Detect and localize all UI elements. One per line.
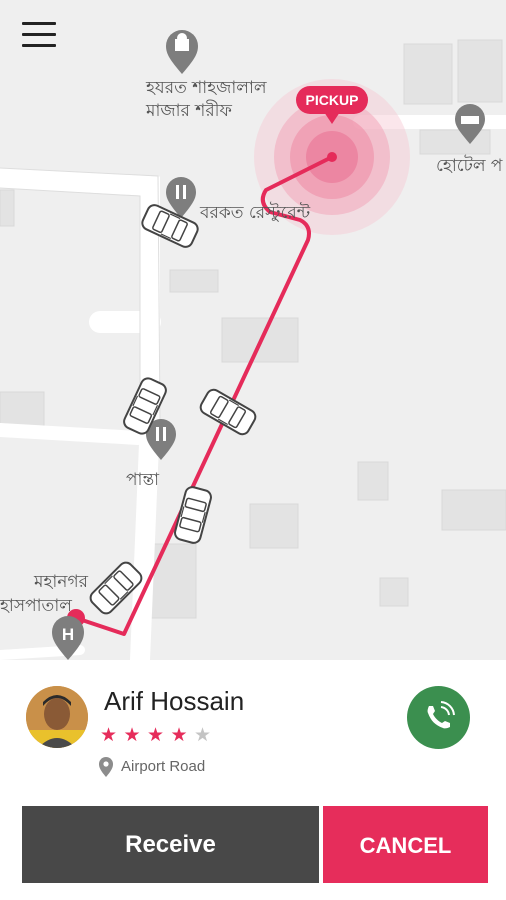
map-road-edge xyxy=(0,187,141,420)
route-line xyxy=(75,155,333,636)
menu-icon-line xyxy=(22,44,56,47)
map-building xyxy=(379,577,409,607)
map-building xyxy=(441,489,506,531)
phone-icon xyxy=(427,701,455,729)
star-icon: ★ xyxy=(147,725,165,746)
star-icon: ★ xyxy=(100,725,118,746)
car-icon xyxy=(174,486,212,544)
poi-label-hospital-line2: হাসপাতাল xyxy=(0,596,72,616)
map-building xyxy=(357,461,389,501)
car-icon xyxy=(199,388,257,436)
map-building xyxy=(0,189,15,227)
poi-label-mazar-line2: মাজার শরীফ xyxy=(146,101,232,121)
menu-button[interactable] xyxy=(22,22,58,50)
location-pin-icon xyxy=(99,757,113,777)
svg-text:H: H xyxy=(62,625,74,644)
driver-rating: ★ ★ ★ ★ ★ xyxy=(100,724,213,746)
poi-label-mazar-line1: হযরত শাহজালাল xyxy=(146,78,267,98)
star-icon: ★ xyxy=(170,725,188,746)
star-icon: ★ xyxy=(123,725,141,746)
map-view[interactable]: H হযরত শাহজালাল মাজার শরীফ বরকত রেস্টুরে… xyxy=(0,0,506,660)
driver-name: Arif Hossain xyxy=(104,686,245,716)
menu-icon-line xyxy=(22,33,56,36)
map-road-edge xyxy=(0,167,161,421)
pickup-point xyxy=(327,152,337,162)
driver-location-text: Airport Road xyxy=(121,758,206,775)
map-building xyxy=(419,129,491,155)
avatar-image xyxy=(26,686,88,748)
poi-label-panta: পান্তা xyxy=(126,470,160,490)
menu-icon-line xyxy=(22,22,56,25)
mosque-poi-icon xyxy=(166,30,198,74)
poi-label-hospital-line1: মহানগর xyxy=(34,572,88,592)
map-building xyxy=(169,269,219,293)
pickup-badge: PICKUP xyxy=(296,86,368,124)
driver-avatar xyxy=(26,686,88,748)
poi-label-hotel: হোটেল প xyxy=(436,156,503,176)
map-building xyxy=(0,391,45,429)
cancel-button[interactable]: CANCEL xyxy=(323,806,488,883)
poi-label-restaurant: বরকত রেস্টুরেন্ট xyxy=(200,203,311,223)
call-button[interactable] xyxy=(407,686,470,749)
map-building xyxy=(457,39,503,103)
map-canvas: H xyxy=(0,30,506,660)
map-building xyxy=(249,503,299,549)
star-icon: ★ xyxy=(194,725,212,746)
receive-button[interactable]: Receive xyxy=(22,806,319,883)
map-building xyxy=(403,43,453,105)
map-road xyxy=(0,423,145,445)
